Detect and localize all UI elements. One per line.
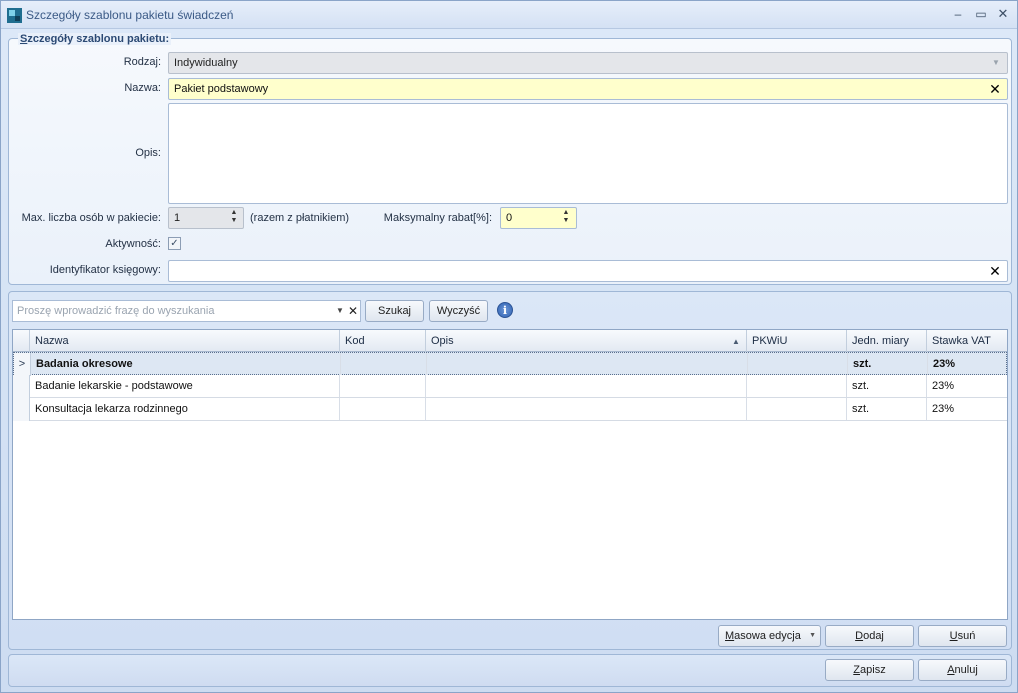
column-header-vat[interactable]: Stawka VAT [927,330,1007,352]
cell-pkwiu [747,398,847,420]
cell-opis [426,375,747,397]
title-bar[interactable]: Szczegóły szablonu pakietu świadczeń – ▭… [1,1,1017,29]
close-window-button[interactable]: ✕ [993,5,1013,23]
name-input[interactable]: Pakiet podstawowy [168,78,1008,100]
active-label: Aktywność: [105,238,161,250]
search-history-chevron-icon[interactable]: ▼ [335,304,345,318]
cell-pkwiu [748,353,848,375]
cell-kod [340,398,426,420]
cell-jm: szt. [847,398,927,420]
minimize-button[interactable]: – [948,5,968,23]
name-value: Pakiet podstawowy [174,83,269,95]
column-header-jm[interactable]: Jedn. miary [847,330,927,352]
table-row[interactable]: Konsultacja lekarza rodzinnego szt. 23% [13,398,1007,421]
cell-opis [426,398,747,420]
cancel-label: nuluj [954,664,978,676]
clear-search-button[interactable]: Wyczyść [429,300,488,322]
max-persons-label: Max. liczba osób w pakiecie: [21,212,161,224]
cancel-button[interactable]: Anuluj [918,659,1007,681]
cell-opis [427,353,748,375]
max-discount-label: Maksymalny rabat[%]: [383,212,492,224]
cell-pkwiu [747,375,847,397]
search-input[interactable]: Proszę wprowadzić frazę do wyszukania [12,300,361,322]
row-indicator [13,398,30,421]
details-legend: Szczegóły szablonu pakietu: [18,33,172,45]
add-label: odaj [863,630,884,642]
header-indicator-cell [13,330,30,352]
cell-vat: 23% [932,380,955,392]
accounting-id-label: Identyfikator księgowy: [49,264,161,276]
cell-nazwa: Badanie lekarskie - podstawowe [30,375,340,397]
cell-vat: 23% [933,358,956,370]
remove-button[interactable]: Usuń [918,625,1007,647]
search-button[interactable]: Szukaj [365,300,424,322]
cell-vat: 23% [932,403,955,415]
cancel-accesskey: A [947,664,955,676]
chevron-down-icon: ▼ [809,632,816,639]
clear-name-icon[interactable]: ✕ [986,80,1004,98]
spinner-arrows-icon[interactable]: ▲ ▼ [228,209,240,227]
cell-nazwa: Badania okresowe [31,353,341,375]
remove-accesskey: U [949,630,958,642]
search-clear-icon[interactable]: ✕ [347,303,359,319]
remove-label: suń [957,630,976,642]
column-header-nazwa[interactable]: Nazwa [30,330,340,352]
mass-edit-accesskey: M [725,630,735,642]
table-row[interactable]: > Badania okresowe szt. 23% [13,352,1007,376]
save-button[interactable]: Zapisz [825,659,914,681]
sort-ascending-icon: ▲ [732,337,740,346]
cell-kod [341,353,427,375]
cell-jm: szt. [848,353,928,375]
chevron-down-icon[interactable]: ▼ [989,54,1003,72]
cell-kod [340,375,426,397]
save-label: apisz [860,664,886,676]
add-accesskey: D [855,630,864,642]
row-indicator [13,375,30,398]
type-label: Rodzaj: [123,56,161,68]
legend-text: zczegóły szablonu pakietu: [27,33,170,45]
dialog-window: Szczegóły szablonu pakietu świadczeń – ▭… [0,0,1018,693]
description-textarea[interactable] [168,103,1008,204]
table-header: Nazwa Kod Opis ▲ PKWiU Jedn. miary Stawk… [13,330,1007,352]
cell-jm: szt. [847,375,927,397]
type-value: Indywidualny [174,57,238,69]
search-placeholder: Proszę wprowadzić frazę do wyszukania [17,305,215,317]
table-row[interactable]: Badanie lekarskie - podstawowe szt. 23% [13,375,1007,398]
spinner-arrows-icon[interactable]: ▲ ▼ [560,209,572,227]
max-persons-value: 1 [174,212,181,224]
description-label: Opis: [135,147,161,159]
active-checkbox[interactable]: ✓ [168,237,181,250]
column-header-opis[interactable]: Opis [426,330,747,352]
save-accesskey: Z [853,664,861,676]
clear-accounting-id-icon[interactable]: ✕ [986,262,1004,280]
accounting-id-input[interactable] [168,260,1008,282]
max-persons-note: (razem z płatnikiem) [250,212,350,224]
current-row-chevron-icon: > [14,353,31,376]
cell-nazwa: Konsultacja lekarza rodzinnego [30,398,340,420]
app-icon [7,8,22,23]
maximize-button[interactable]: ▭ [971,5,991,23]
info-icon[interactable]: i [497,302,513,318]
mass-edit-label: asowa edycja [734,630,801,642]
type-select[interactable]: Indywidualny [168,52,1008,74]
services-table: Nazwa Kod Opis ▲ PKWiU Jedn. miary Stawk… [12,329,1008,620]
column-header-kod[interactable]: Kod [340,330,426,352]
window-title: Szczegóły szablonu pakietu świadczeń [26,8,234,22]
column-header-pkwiu[interactable]: PKWiU [747,330,847,352]
mass-edit-button[interactable]: Masowa edycja ▼ [718,625,821,647]
max-discount-value: 0 [506,212,513,224]
name-label: Nazwa: [124,82,161,94]
add-button[interactable]: Dodaj [825,625,914,647]
